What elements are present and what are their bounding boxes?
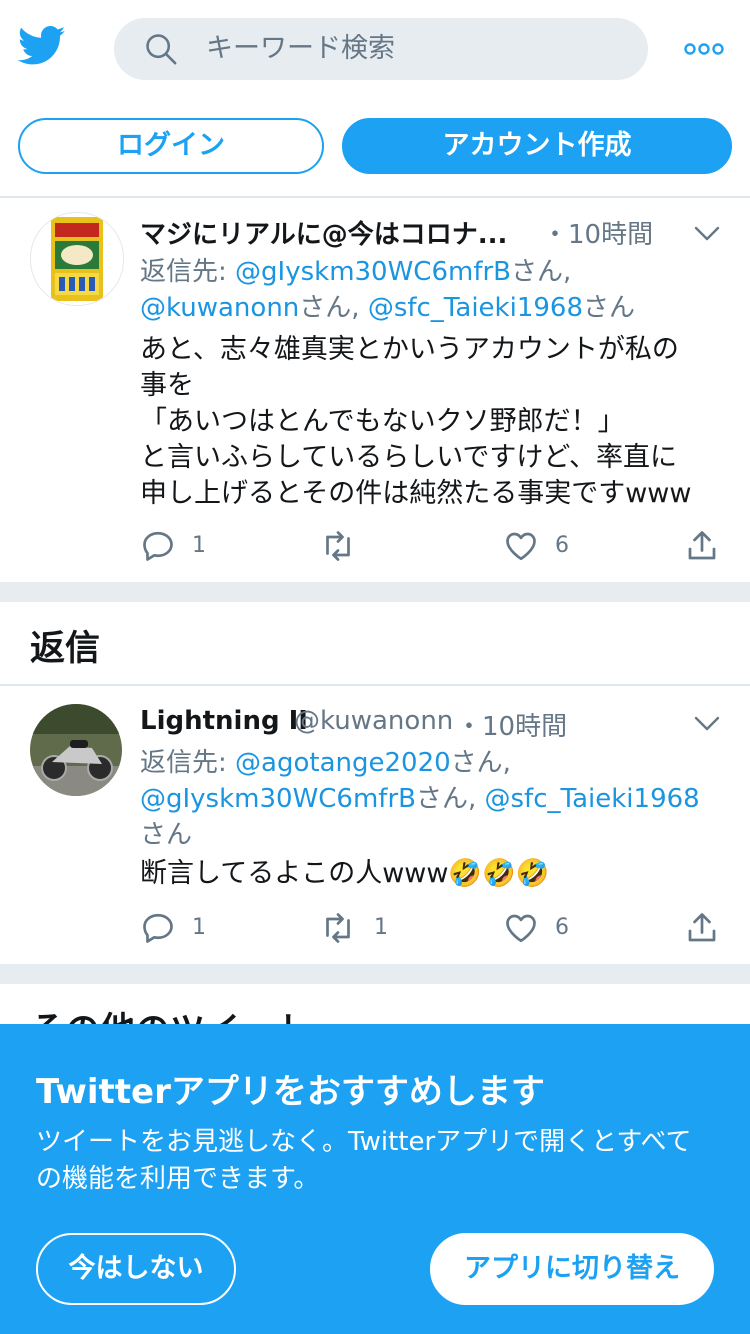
reply-to-label: 返信先:	[140, 257, 236, 287]
reply-count: 1	[192, 533, 206, 558]
top-header: キーワード検索	[0, 0, 750, 100]
san-text: さん	[583, 293, 636, 323]
twitter-bird-icon[interactable]	[18, 26, 66, 66]
tweet-time[interactable]: ・10時間	[542, 214, 653, 251]
reply-to-line: 返信先: @gIyskm30WC6mfrBさん, @kuwanonnさん, @s…	[140, 254, 635, 326]
banner-description: ツイートをお見逃しなく。Twitterアプリで開くとすべての機能を利用できます。	[36, 1127, 692, 1194]
like-icon[interactable]	[503, 528, 539, 564]
tweet-text-line: あと、志々雄真実とかいうアカウントが私の	[140, 334, 679, 365]
tweet-text: 断言してるよこの人www🤣🤣🤣	[140, 858, 550, 889]
switch-to-app-button[interactable]: アプリに切り替え	[430, 1233, 714, 1305]
mention-link[interactable]: @kuwanonn	[140, 293, 299, 323]
tweet-text-line: と言いふらしているらしいですけど、率直に	[140, 442, 678, 473]
tweet-author-name[interactable]: Lightning II	[140, 706, 308, 736]
search-box[interactable]: キーワード検索	[114, 18, 648, 80]
app-promo-banner: Twitterアプリをおすすめします ツイートをお見逃しなく。Twitterアプ…	[0, 1024, 750, 1334]
section-gap	[0, 582, 750, 602]
header-divider	[0, 196, 750, 198]
chevron-down-icon[interactable]	[694, 716, 720, 732]
share-icon[interactable]	[684, 528, 720, 564]
like-count: 6	[555, 915, 569, 940]
banner-title: Twitterアプリをおすすめします	[36, 1072, 545, 1112]
replies-heading: 返信	[30, 629, 101, 669]
share-icon[interactable]	[684, 910, 720, 946]
section-divider	[0, 684, 750, 686]
tweet-time[interactable]: ・10時間	[456, 706, 567, 743]
reply-to-line: 返信先: @agotange2020さん, @gIyskm30WC6mfrBさん…	[140, 745, 700, 853]
san-text: さん,	[511, 257, 572, 287]
mention-link[interactable]: @sfc_Taieki1968	[368, 293, 583, 323]
search-placeholder: キーワード検索	[206, 33, 395, 64]
san-text: さん,	[299, 293, 368, 323]
tweet-author-name[interactable]: マジにリアルに@今はコロナ...	[140, 214, 507, 251]
section-gap	[0, 964, 750, 984]
login-button[interactable]: ログイン	[18, 118, 324, 174]
reply-to-label: 返信先:	[140, 748, 236, 778]
avatar[interactable]	[30, 704, 122, 796]
reply-icon[interactable]	[140, 528, 176, 564]
mention-link[interactable]: @agotange2020	[235, 748, 451, 778]
mention-link[interactable]: @sfc_Taieki1968	[485, 784, 700, 814]
tweet-text: あと、志々雄真実とかいうアカウントが私の 事を 「あいつはとんでもないクソ野郎だ…	[140, 332, 720, 512]
mention-link[interactable]: @gIyskm30WC6mfrB	[140, 784, 416, 814]
tweet-author-handle[interactable]: @kuwanonn	[294, 706, 453, 736]
like-count: 6	[555, 533, 569, 558]
san-text: さん,	[415, 784, 485, 814]
signup-button[interactable]: アカウント作成	[342, 118, 732, 174]
mention-link[interactable]: @gIyskm30WC6mfrB	[235, 257, 511, 287]
not-now-button[interactable]: 今はしない	[36, 1233, 236, 1305]
like-icon[interactable]	[503, 910, 539, 946]
tweet-text-line: 事を	[140, 370, 194, 401]
san-text: さん	[140, 820, 193, 850]
motorcycle-photo	[30, 704, 122, 796]
search-icon	[146, 34, 177, 65]
tweet-text-line: 「あいつはとんでもないクソ野郎だ！」	[140, 406, 625, 437]
more-options-icon[interactable]	[684, 40, 724, 58]
retweet-icon[interactable]	[320, 910, 356, 946]
reply-icon[interactable]	[140, 910, 176, 946]
avatar[interactable]	[30, 212, 124, 306]
product-package-image	[51, 217, 103, 301]
reply-count: 1	[192, 915, 206, 940]
tweet-text-line: 申し上げるとその件は純然たる事実ですwww	[140, 478, 692, 509]
retweet-icon[interactable]	[320, 528, 356, 564]
san-text: さん,	[450, 748, 511, 778]
retweet-count: 1	[374, 915, 388, 940]
chevron-down-icon[interactable]	[694, 226, 720, 242]
